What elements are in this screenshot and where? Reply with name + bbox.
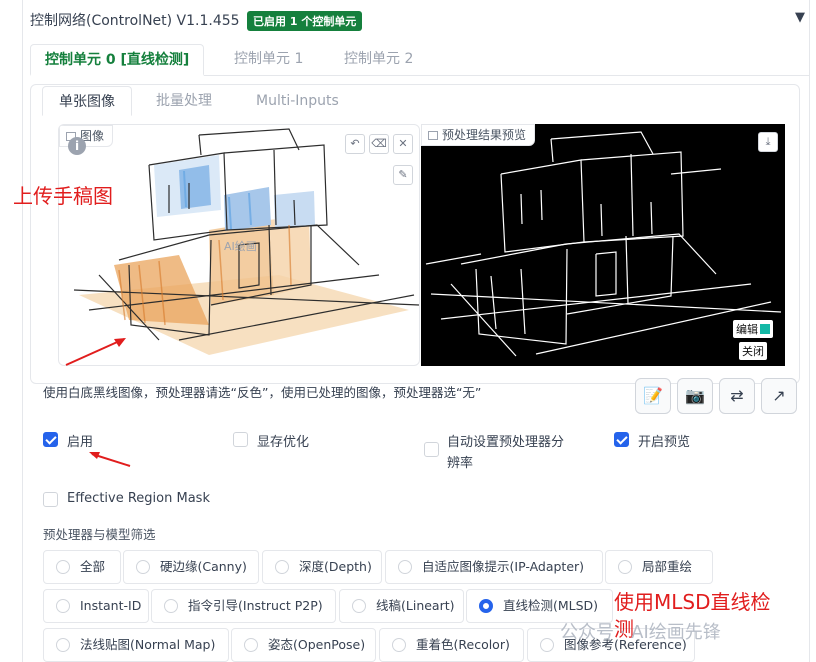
low-vram-label: 显存优化 [257,435,310,450]
tab-batch[interactable]: 批量处理 [140,86,228,116]
mlsd-line-preview-image [425,131,782,357]
notes-icon[interactable]: 📝 [635,378,671,414]
filter-instant-id[interactable]: Instant-ID [43,589,149,623]
radio-dot [398,560,412,574]
wechat-watermark: 公众号 · AI绘画先锋 [560,622,721,643]
enable-label: 启用 [67,435,94,450]
filter-depth[interactable]: 深度(Depth) [262,550,382,584]
enabled-units-badge: 已启用 1 个控制单元 [247,11,363,31]
radio-dot [275,560,289,574]
download-icon[interactable]: ⤓ [758,132,778,152]
filter-recolor[interactable]: 重着色(Recolor) [379,628,524,662]
enable-checkbox[interactable] [43,432,58,447]
filter-lineart[interactable]: 线稿(Lineart) [339,589,464,623]
pixel-perfect-checkbox[interactable] [424,442,439,457]
filter-label: Instant-ID [80,598,142,613]
radio-dot-selected [479,599,493,613]
filter-label: 姿态(OpenPose) [268,637,366,652]
canvas-watermark: AI绘画 [224,239,257,253]
filter-label: 硬边缘(Canny) [160,559,247,574]
radio-dot [618,560,632,574]
filter-canny[interactable]: 硬边缘(Canny) [123,550,259,584]
radio-dot [56,599,70,613]
usage-hint: 使用白底黑线图像，预处理器请选“反色”，使用已处理的图像，预处理器选“无” [43,385,482,400]
brush-icon[interactable]: ✎ [393,165,413,185]
filter-label: 法线贴图(Normal Map) [80,637,216,652]
filter-inpaint[interactable]: 局部重绘 [605,550,713,584]
filter-all[interactable]: 全部 [43,550,121,584]
edit-button[interactable]: 编辑 [733,320,773,338]
preview-label: 开启预览 [638,435,691,450]
pixel-perfect-label-line1: 自动设置预处理器分 [447,435,565,450]
edit-icon [760,324,770,334]
filter-normal-map[interactable]: 法线贴图(Normal Map) [43,628,229,662]
send-icon[interactable]: ↗ [761,378,797,414]
tab-control-unit-2[interactable]: 控制单元 2 [330,44,427,76]
filter-openpose[interactable]: 姿态(OpenPose) [231,628,376,662]
radio-dot [540,638,554,652]
tab-single-image[interactable]: 单张图像 [42,86,132,116]
info-icon[interactable]: i [68,137,86,155]
image-icon [428,131,438,140]
radio-dot [352,599,366,613]
camera-icon[interactable]: 📷 [677,378,713,414]
eraser-icon[interactable]: ⌫ [369,134,389,154]
filter-label: 全部 [80,559,106,574]
filter-label: 重着色(Recolor) [416,637,510,652]
mlsd-annotation-line1: 使用MLSD直线检 [614,590,771,614]
radio-dot [244,638,258,652]
filter-label: 局部重绘 [642,559,693,574]
radio-dot [164,599,178,613]
low-vram-checkbox[interactable] [233,432,248,447]
swap-icon[interactable]: ⇄ [719,378,755,414]
tab-multi-inputs[interactable]: Multi-Inputs [240,86,355,116]
close-preview-button[interactable]: 关闭 [739,342,767,360]
filter-label: 自适应图像提示(IP-Adapter) [422,559,585,574]
house-sketch-image: AI绘画 [73,128,419,355]
preview-label-text: 预处理结果预览 [442,128,527,142]
region-mask-label: Effective Region Mask [67,491,210,506]
close-icon[interactable]: ✕ [393,134,413,154]
upload-sketch-annotation: 上传手稿图 [13,184,113,208]
controlnet-title[interactable]: 控制网络(ControlNet) V1.1.455 [30,10,240,30]
radio-dot [392,638,406,652]
filter-label: 指令引导(Instruct P2P) [188,598,323,613]
preprocess-preview-canvas: 预处理结果预览 ⤓ 编辑 关闭 [421,124,785,366]
filter-instruct-p2p[interactable]: 指令引导(Instruct P2P) [151,589,336,623]
filter-section-label: 预处理器与模型筛选 [43,527,156,542]
region-mask-checkbox[interactable] [43,492,58,507]
preview-checkbox[interactable] [614,432,629,447]
triangle-down-icon[interactable]: ▼ [795,10,805,25]
radio-dot [56,560,70,574]
filter-label: 线稿(Lineart) [376,598,455,613]
radio-dot [136,560,150,574]
filter-label: 深度(Depth) [299,559,372,574]
sketch-image-canvas[interactable]: AI绘画 图像 i ↶ ⌫ ✕ ✎ [58,124,420,366]
edit-button-label: 编辑 [736,323,758,336]
pixel-perfect-label-line2: 辨率 [447,456,474,471]
annotation-arrow-1 [65,338,126,366]
radio-dot [56,638,70,652]
control-unit-tabs: 控制单元 0 [直线检测] 控制单元 1 控制单元 2 [30,44,810,76]
filter-ip-adapter[interactable]: 自适应图像提示(IP-Adapter) [385,550,603,584]
tab-control-unit-0[interactable]: 控制单元 0 [直线检测] [30,44,205,76]
tab-control-unit-1[interactable]: 控制单元 1 [220,44,317,76]
undo-icon[interactable]: ↶ [345,134,365,154]
annotation-arrow-2 [89,452,131,467]
preview-label: 预处理结果预览 [421,124,536,146]
image-label: 图像 [59,125,114,147]
